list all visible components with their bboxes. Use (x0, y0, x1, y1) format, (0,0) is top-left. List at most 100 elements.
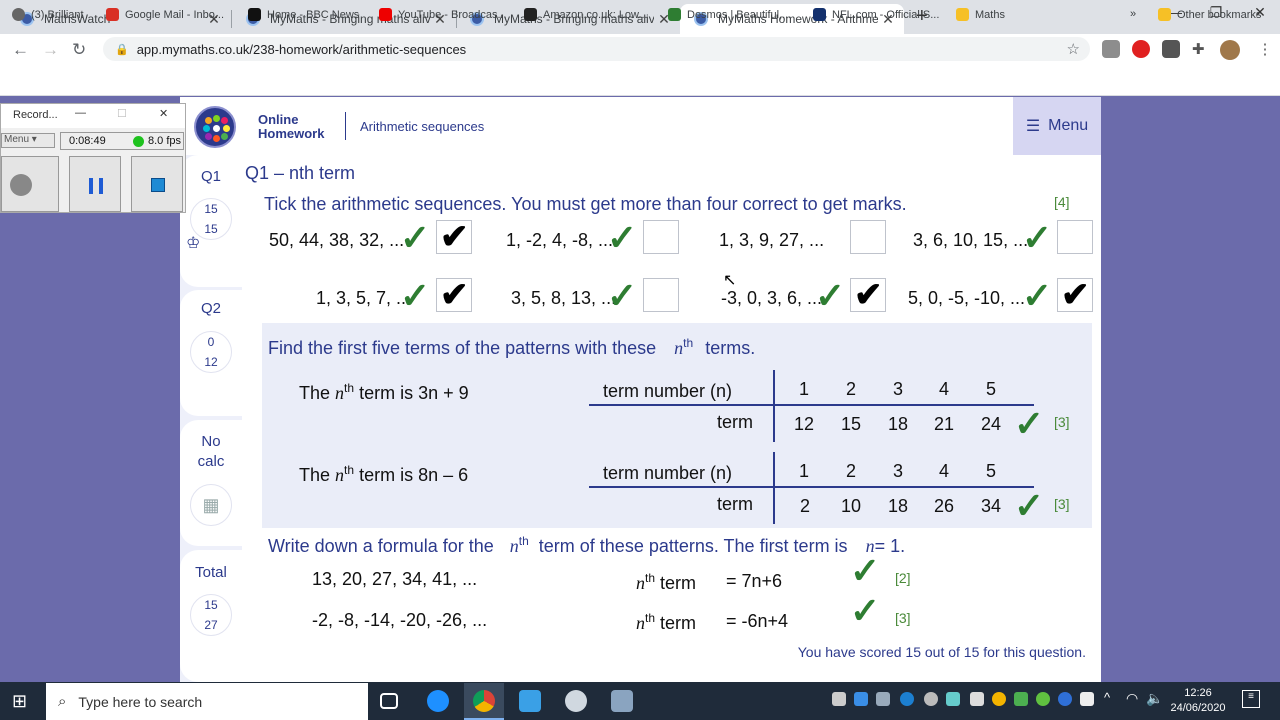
q2-score-circle: 0 12 (190, 331, 232, 373)
recorder-close-icon[interactable]: ✕ (159, 107, 168, 120)
pause-button[interactable] (69, 156, 121, 212)
recorder-minimize-icon[interactable]: — (75, 107, 86, 119)
term-value: 18 (888, 496, 909, 516)
sequence-checkbox[interactable] (643, 278, 679, 312)
sequence-text: 5, 0, -5, -10, ... (908, 288, 1026, 308)
term-number: 5 (986, 461, 997, 481)
bookmark-youtube[interactable]: YouTube - Broadcas... (379, 8, 507, 21)
sequence-checkbox[interactable] (1057, 220, 1093, 254)
tray-icon[interactable] (946, 692, 960, 706)
tray-icon[interactable] (1036, 692, 1050, 706)
chrome-icon (473, 690, 495, 712)
header-divider (345, 112, 346, 140)
rule-text: The (299, 465, 331, 485)
bluetooth-icon[interactable] (1058, 692, 1072, 706)
score: 15 (204, 202, 218, 216)
bookmark-folder-maths[interactable]: Maths (956, 8, 1005, 21)
sequence-checkbox[interactable] (850, 275, 886, 315)
instr-text: Write down a formula for the (268, 536, 494, 556)
part1-marks: [4] (1054, 194, 1070, 210)
app-icon[interactable] (565, 690, 587, 712)
tray-icon[interactable] (876, 692, 890, 706)
label-text: term (660, 573, 697, 593)
search-placeholder: Type here to search (78, 693, 203, 710)
back-arrow-icon[interactable]: ← (12, 40, 29, 60)
sequence-checkbox[interactable] (436, 275, 472, 315)
sequence-text: 1, 3, 9, 27, ... (719, 230, 825, 250)
rule-th: th (344, 463, 355, 477)
instr-text: Find the first five terms of the pattern… (268, 338, 657, 358)
pause-icon (89, 178, 103, 194)
nfl-icon (813, 8, 826, 21)
profile-avatar[interactable] (1220, 40, 1240, 60)
formula-answer[interactable]: = -6n+4 (726, 611, 788, 632)
instr-th: th (518, 534, 529, 548)
sequence-checkbox[interactable] (643, 220, 679, 254)
chrome-taskbar-button[interactable] (464, 683, 504, 720)
taskbar-search[interactable]: ⌕ Type here to search (46, 683, 368, 720)
chrome-tray-icon[interactable] (992, 692, 1006, 706)
q1-label: Q1 (200, 168, 221, 185)
bookmarks-overflow-icon[interactable]: » (1130, 8, 1136, 20)
term-number: 1 (799, 461, 810, 481)
show-hidden-icons-icon[interactable]: ^ (1104, 690, 1110, 705)
address-bar[interactable]: 🔒 app.mymaths.co.uk/238-homework/arithmet… (103, 37, 1090, 61)
notifications-icon[interactable]: ≡ (1242, 690, 1260, 708)
reload-icon[interactable]: ↻ (72, 40, 86, 60)
rule-text: term is 3n + 9 (359, 383, 469, 403)
tray-icon[interactable] (854, 692, 868, 706)
clock-date: 24/06/2020 (1170, 702, 1226, 714)
bookmark-amazon[interactable]: Amazon.co.uk: Low... (524, 8, 648, 21)
no-calc-label: No calc (181, 432, 241, 472)
stop-button[interactable] (131, 156, 183, 212)
table-divider (773, 370, 775, 442)
tray-icon[interactable] (970, 692, 984, 706)
app-icon[interactable] (519, 690, 541, 712)
record-button[interactable] (1, 156, 59, 212)
menu-button[interactable]: ☰ Menu (1013, 97, 1101, 155)
tray-icon[interactable] (832, 692, 846, 706)
bookmark-star-icon[interactable]: ☆ (1067, 40, 1080, 58)
task-view-icon[interactable] (380, 693, 398, 709)
edge-icon[interactable] (427, 690, 449, 712)
url-text: app.mymaths.co.uk/238-homework/arithmeti… (136, 41, 467, 57)
recorder-maximize-icon[interactable]: ☐ (117, 107, 127, 120)
table-rule (589, 404, 1034, 406)
sequence-checkbox[interactable] (850, 220, 886, 254)
bookmark-bbc[interactable]: Home - BBC News (248, 8, 359, 21)
pattern-sequence: 13, 20, 27, 34, 41, ... (312, 569, 478, 589)
folder-icon (1158, 8, 1171, 21)
wifi-icon[interactable]: ◠ (1126, 690, 1138, 707)
instr-th: th (683, 336, 694, 350)
term-value: 2 (800, 496, 811, 516)
recorder-menu-select[interactable]: Menu ▾ (1, 133, 55, 148)
windows-start-icon[interactable]: ⊞ (12, 691, 27, 712)
opera-extension-icon[interactable] (1132, 40, 1150, 58)
tray-icon[interactable] (924, 692, 938, 706)
kebab-menu-icon[interactable]: ⋮ (1256, 40, 1274, 58)
sequence-checkbox[interactable] (1057, 275, 1093, 315)
search-icon: ⌕ (58, 693, 67, 710)
bookmark-brilliant[interactable]: (3) Brilliant (12, 8, 84, 21)
bookmark-desmos[interactable]: Desmos | Beautiful,... (668, 8, 791, 21)
extension-icon[interactable] (1102, 40, 1120, 58)
m-extension-icon[interactable] (1162, 40, 1180, 58)
nth-term-label: nth term (636, 571, 696, 594)
bookmark-gmail[interactable]: Google Mail - Inbo... (106, 8, 224, 21)
tray-icon[interactable] (1014, 692, 1028, 706)
correct-check-icon: ✓ (400, 275, 431, 316)
battery-icon[interactable] (1080, 692, 1094, 706)
puzzle-extensions-icon[interactable]: ✚ (1192, 40, 1210, 58)
volume-icon[interactable]: 🔈 (1146, 690, 1163, 707)
row-marks: [3] (895, 610, 911, 626)
hp-icon[interactable] (900, 692, 914, 706)
formula-answer[interactable]: = 7n+6 (726, 571, 782, 592)
app-icon[interactable] (611, 690, 633, 712)
taskbar-clock[interactable]: 12:26 24/06/2020 (1166, 686, 1230, 716)
bookmark-folder-other[interactable]: Other bookmarks (1158, 8, 1261, 21)
forward-arrow-icon[interactable]: → (42, 40, 59, 60)
sequence-checkbox[interactable] (436, 217, 472, 257)
bookmark-nfl[interactable]: NFL.com - Official S... (813, 8, 939, 21)
stop-icon (151, 178, 165, 192)
folder-icon (956, 8, 969, 21)
